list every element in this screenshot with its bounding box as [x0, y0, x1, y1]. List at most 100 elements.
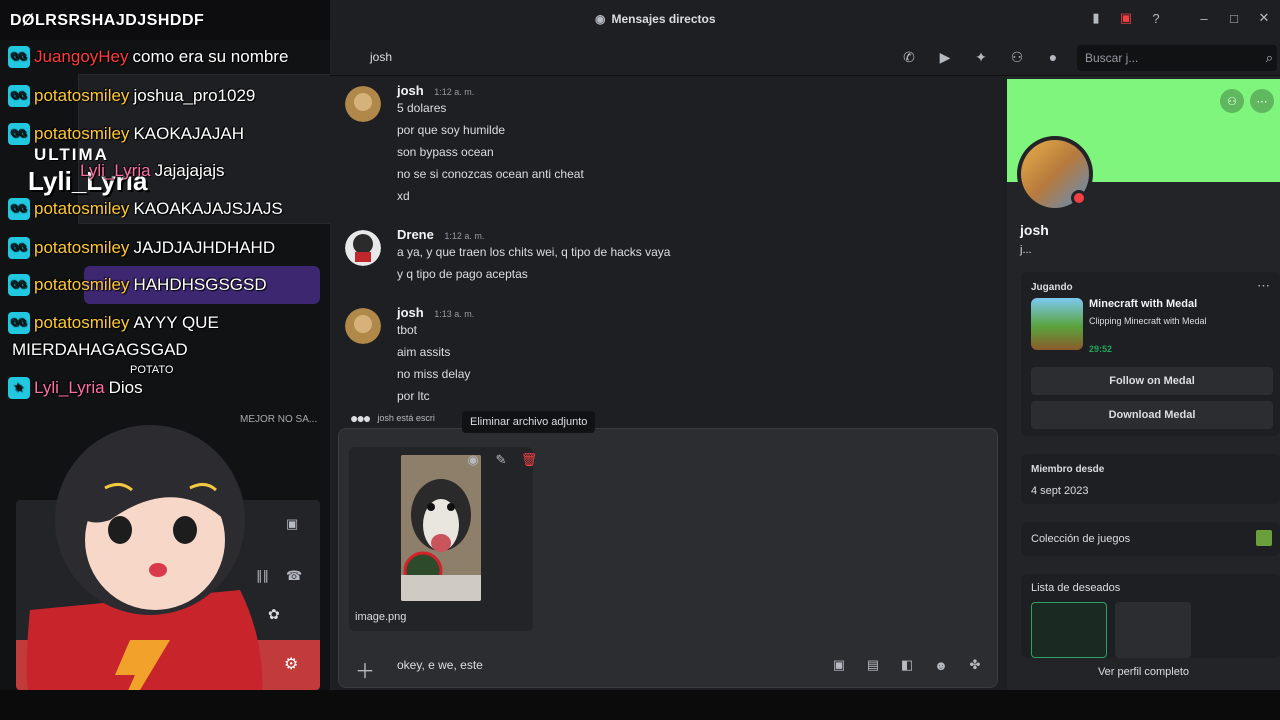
dm-recipient-name: josh	[370, 50, 393, 64]
user-profile-panel: ⚇ ⋯ josh j... Jugando ⋯ Minecraft with M…	[1007, 76, 1280, 690]
minimize-icon[interactable]: –	[1196, 10, 1212, 26]
add-attachment-icon[interactable]: ＋	[355, 655, 375, 684]
emoji-icon[interactable]: ☻	[931, 656, 951, 674]
composer-icons: ▣ ▤ ◧ ☻ ✤	[829, 656, 985, 674]
video-call-icon[interactable]: ▶	[936, 48, 954, 66]
chat-message: MIERDAHAGAGSGAD	[12, 340, 188, 359]
potato-tag-text: POTATO	[130, 364, 174, 376]
follow-on-medal-button[interactable]: Follow on Medal	[1031, 367, 1273, 395]
typing-indicator: ●●● josh está escri	[350, 410, 435, 426]
chat-username: potatosmiley	[34, 275, 130, 294]
chat-header: josh ✆ ▶ ✦ ⚇ ● Buscar j... ⌕	[330, 40, 1280, 76]
search-input[interactable]: Buscar j... ⌕	[1077, 45, 1277, 71]
game-details: Clipping Minecraft with Medal	[1089, 316, 1207, 326]
message-author[interactable]: Drene	[397, 227, 434, 242]
message-timestamp: 1:13 a. m.	[434, 309, 475, 319]
window-title: Mensajes directos	[611, 12, 716, 26]
download-medal-button[interactable]: Download Medal	[1031, 401, 1273, 429]
vtuber-avatar	[26, 425, 263, 720]
chat-message: joshua_pro1029	[133, 86, 256, 105]
inbox-icon[interactable]: ▣	[1118, 10, 1134, 26]
chat-username: potatosmiley	[34, 313, 130, 332]
search-icon: ⌕	[1265, 50, 1273, 65]
overlay-chat-line: GG potatosmiley joshua_pro1029	[8, 85, 255, 107]
pin-icon[interactable]: ✦	[972, 48, 990, 66]
message-text: 5 dolares	[397, 101, 447, 115]
settings-gear-icon[interactable]: ⚙	[284, 654, 298, 674]
bookmark-icon[interactable]: ▮	[1088, 10, 1104, 26]
search-placeholder: Buscar j...	[1085, 51, 1139, 65]
message-text: aim assits	[397, 345, 451, 359]
typing-dots-icon: ●●●	[350, 410, 371, 426]
add-friend-icon[interactable]: ⚇	[1220, 89, 1244, 113]
wishlist-item[interactable]	[1115, 602, 1191, 658]
message-header: Drene 1:12 a. m.	[397, 226, 484, 244]
chat-username: Lyli_Lyria	[34, 378, 105, 397]
profile-name: josh	[1020, 222, 1049, 238]
message-author[interactable]: josh	[397, 83, 424, 98]
overlay-chat-line: MIERDAHAGAGSGAD	[12, 340, 188, 360]
chat-message: AYYY QUE	[133, 313, 219, 332]
title-group: ◉ Mensajes directos	[595, 12, 716, 26]
chat-message: como era su nombre	[132, 47, 289, 66]
view-attachment-icon[interactable]: ◉	[464, 451, 482, 469]
activity-card: Jugando ⋯ Minecraft with Medal Clipping …	[1021, 272, 1280, 436]
chat-badge-icon: GG	[8, 274, 30, 296]
direct-messages-icon: ◉	[595, 12, 606, 26]
message-text: xd	[397, 189, 410, 203]
user-avatar[interactable]	[345, 230, 381, 266]
title-bar-icons: ▮ ▣ ? – □ ✕	[1088, 10, 1272, 26]
gif-icon[interactable]: ▤	[863, 656, 883, 674]
gift-icon[interactable]: ▣	[829, 656, 849, 674]
dnd-status-icon	[1071, 190, 1087, 206]
overlay-chat-line: GG JuangoyHey como era su nombre	[8, 46, 288, 68]
add-friends-icon[interactable]: ⚇	[1008, 48, 1026, 66]
disconnect-icon[interactable]: ☎	[286, 568, 302, 584]
view-full-profile-link[interactable]: Ver perfil completo	[1007, 666, 1280, 678]
member-since-date: 4 sept 2023	[1031, 485, 1089, 497]
overlay-chat-line: GG potatosmiley KAOKAJAJAH	[8, 123, 244, 145]
attachment-filename: image.png	[355, 611, 407, 623]
game-name: Minecraft with Medal	[1089, 298, 1198, 310]
message-input[interactable]: okey, e we, este	[397, 658, 483, 672]
chat-badge-icon: GG	[8, 46, 30, 68]
delete-attachment-tooltip: Eliminar archivo adjunto	[462, 411, 596, 433]
chat-message: Dios	[108, 378, 143, 397]
user-avatar[interactable]	[345, 86, 381, 122]
dog-photo	[401, 455, 481, 601]
message-text: y q tipo de pago aceptas	[397, 267, 528, 281]
overlay-chat-line: GG potatosmiley JAJDJAJHDHAHD	[8, 237, 275, 259]
screen-share-icon[interactable]: ▣	[286, 516, 298, 532]
message-text: no se si conozcas ocean anti cheat	[397, 167, 584, 181]
apps-icon[interactable]: ✤	[965, 656, 985, 674]
voice-call-icon[interactable]: ✆	[900, 48, 918, 66]
chat-badge-icon: GG	[8, 123, 30, 145]
attachment-tools: ◉ ✎ 🗑	[464, 451, 538, 469]
member-since-card: Miembro desde 4 sept 2023	[1021, 454, 1280, 504]
delete-attachment-icon[interactable]: 🗑	[520, 451, 538, 469]
overlay-top-text: DØLRSRSHAJDJSHDDF	[10, 12, 205, 29]
activity-more-icon[interactable]: ⋯	[1257, 278, 1270, 294]
message-author[interactable]: josh	[397, 305, 424, 320]
overlay-chat-line: GG potatosmiley KAOAKAJAJSJAJS	[8, 198, 283, 220]
close-icon[interactable]: ✕	[1256, 10, 1272, 26]
game-collection-label: Colección de juegos	[1031, 533, 1131, 545]
chat-badge-icon: ★	[8, 377, 30, 399]
maximize-icon[interactable]: □	[1226, 10, 1242, 26]
message-text: son bypass ocean	[397, 145, 494, 159]
chat-message: KAOAKAJAJSJAJS	[133, 199, 283, 218]
sticker-icon[interactable]: ◧	[897, 656, 917, 674]
message-timestamp: 1:12 a. m.	[444, 231, 485, 241]
attachment-image[interactable]	[401, 455, 481, 601]
user-profile-icon[interactable]: ●	[1044, 48, 1062, 66]
chat-username: potatosmiley	[34, 238, 130, 257]
stream-overlay: ▣ ∥∥ ☎ ✿ ⚙ ◠⌄ DØLRSRSHAJDJSHDDF GG Juang…	[0, 0, 335, 720]
game-collection-card[interactable]: Colección de juegos	[1021, 522, 1280, 556]
more-options-icon[interactable]: ⋯	[1250, 89, 1274, 113]
help-icon[interactable]: ?	[1148, 10, 1164, 26]
chat-message: Jajajajajs	[154, 161, 225, 180]
title-bar: ◉ Mensajes directos ▮ ▣ ? – □ ✕	[330, 0, 1280, 40]
edit-attachment-icon[interactable]: ✎	[492, 451, 510, 469]
wishlist-item[interactable]	[1031, 602, 1107, 658]
user-avatar[interactable]	[345, 308, 381, 344]
